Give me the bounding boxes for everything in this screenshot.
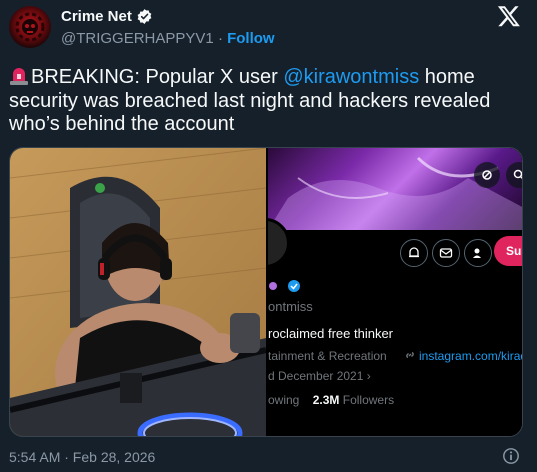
police-light-emoji-icon (9, 67, 29, 85)
profile-follow-stats: owing 2.3M Followers (268, 393, 395, 407)
profile-screenshot[interactable]: Sub ontmiss roclaimed free thinker tainm… (268, 148, 522, 436)
handle-separator: · (217, 30, 223, 47)
author-name[interactable]: Crime Net (61, 8, 132, 25)
profile-handle: ontmiss (268, 299, 313, 314)
author-avatar[interactable] (9, 6, 51, 48)
profile-bio: roclaimed free thinker (268, 326, 393, 341)
follow-person-icon[interactable] (464, 239, 492, 267)
tweet-media[interactable]: Sub ontmiss roclaimed free thinker tainm… (9, 147, 523, 437)
link-icon (406, 351, 414, 359)
author-handle-line: @TRIGGERHAPPYV1 · Follow (61, 30, 275, 47)
tweet-text-prefix: BREAKING: Popular X user (31, 66, 284, 88)
follow-button[interactable]: Follow (227, 30, 275, 47)
profile-banner (268, 148, 522, 230)
profile-link[interactable]: instagram.com/kirado (419, 349, 522, 363)
mentioned-user-link[interactable]: @kirawontmiss (283, 66, 419, 88)
gear-skull-logo-icon (15, 12, 45, 42)
tweet-text: BREAKING: Popular X user @kirawontmiss h… (9, 66, 529, 137)
profile-joined: d December 2021 › (268, 369, 371, 383)
info-icon[interactable] (502, 447, 520, 465)
verified-badge-icon (137, 9, 152, 24)
subscribe-button[interactable]: Sub (494, 236, 522, 266)
profile-category: tainment & Recreation (268, 349, 387, 363)
message-icon[interactable] (432, 239, 460, 267)
notification-icon[interactable] (400, 239, 428, 267)
security-camera-photo[interactable] (10, 148, 267, 436)
author-handle[interactable]: @TRIGGERHAPPYV1 (61, 30, 214, 47)
tweet-timestamp[interactable]: 5:54 AM · Feb 28, 2026 (9, 449, 155, 465)
profile-badges-icon (269, 280, 300, 292)
more-icon[interactable] (474, 162, 500, 188)
x-logo-icon[interactable] (497, 4, 521, 28)
